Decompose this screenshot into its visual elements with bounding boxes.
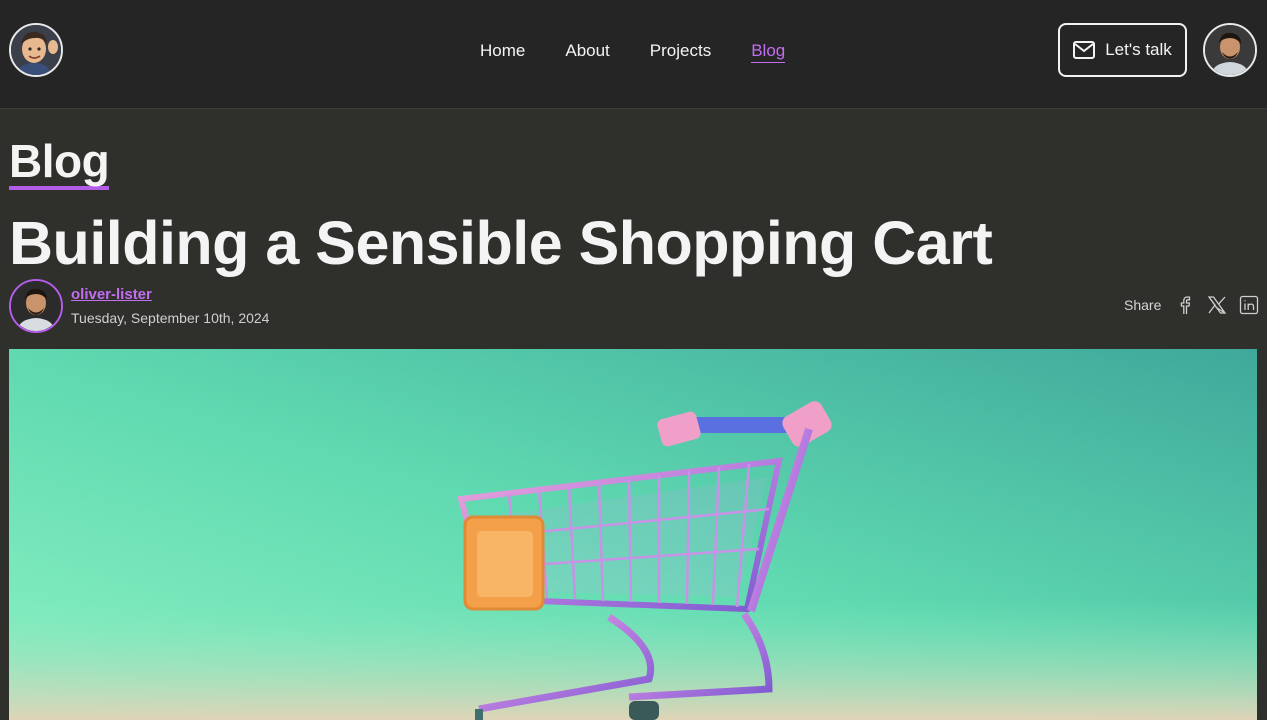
linkedin-icon[interactable]	[1239, 295, 1259, 315]
author-photo-icon	[11, 281, 61, 331]
section-label: Blog	[9, 136, 110, 190]
mail-icon	[1073, 41, 1096, 59]
nav-about[interactable]: About	[565, 40, 609, 63]
memoji-icon	[11, 25, 61, 75]
nav-home[interactable]: Home	[480, 40, 525, 63]
site-header: Home About Projects Blog Let's talk	[0, 0, 1267, 109]
profile-avatar[interactable]	[1203, 23, 1257, 77]
hero-image	[9, 349, 1257, 720]
nav-projects[interactable]: Projects	[650, 40, 711, 63]
author-avatar[interactable]	[9, 279, 63, 333]
share-label: Share	[1124, 297, 1162, 313]
main-nav: Home About Projects Blog	[480, 40, 786, 63]
lets-talk-label: Let's talk	[1105, 40, 1172, 59]
share-bar: Share	[1124, 295, 1259, 315]
post-date: Tuesday, September 10th, 2024	[71, 310, 270, 326]
author-link[interactable]: oliver-lister	[71, 286, 152, 303]
logo-avatar[interactable]	[9, 23, 63, 77]
post-title: Building a Sensible Shopping Cart	[9, 209, 993, 277]
x-icon[interactable]	[1207, 295, 1227, 315]
facebook-icon[interactable]	[1175, 295, 1195, 315]
lets-talk-button[interactable]: Let's talk	[1058, 23, 1187, 77]
nav-blog[interactable]: Blog	[751, 40, 786, 63]
profile-photo-icon	[1205, 25, 1255, 75]
shopping-cart-illustration	[9, 349, 1257, 720]
